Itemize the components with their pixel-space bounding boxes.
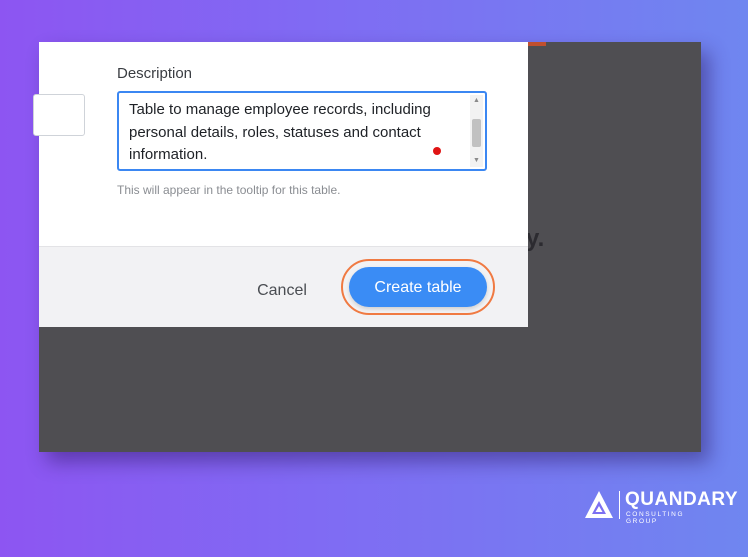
description-help-text: This will appear in the tooltip for this… — [117, 183, 341, 197]
logo-subtitle: CONSULTING GROUP — [626, 511, 685, 525]
quandary-triangle-logo-icon — [585, 491, 613, 518]
create-table-button[interactable]: Create table — [349, 267, 487, 307]
description-text[interactable]: Table to manage employee records, includ… — [129, 99, 459, 167]
scroll-up-arrow-icon[interactable]: ▲ — [470, 95, 483, 107]
cancel-button[interactable]: Cancel — [242, 273, 322, 307]
cursor-indicator-dot — [433, 147, 441, 155]
quandary-logo: QUANDARY CONSULTING GROUP — [584, 488, 738, 525]
logo-divider — [619, 491, 620, 519]
scroll-down-arrow-icon[interactable]: ▼ — [470, 155, 483, 167]
background-heading-fragment: y. — [526, 225, 545, 252]
table-name-input[interactable] — [33, 94, 85, 136]
scrollbar-thumb[interactable] — [472, 119, 481, 147]
dialog-body: Description Table to manage employee rec… — [33, 42, 528, 246]
description-label: Description — [117, 65, 193, 82]
textarea-scrollbar[interactable]: ▲ ▼ — [470, 95, 483, 167]
description-textarea[interactable]: Table to manage employee records, includ… — [117, 91, 487, 171]
dialog-footer: Cancel Create table — [39, 246, 528, 327]
create-button-highlight-ring: Create table — [341, 259, 495, 315]
logo-name: QUANDARY — [625, 489, 739, 510]
accent-strip — [528, 42, 546, 46]
app-screen: y. Description Table to manage employee … — [33, 42, 701, 452]
create-table-dialog: Description Table to manage employee rec… — [33, 42, 528, 327]
